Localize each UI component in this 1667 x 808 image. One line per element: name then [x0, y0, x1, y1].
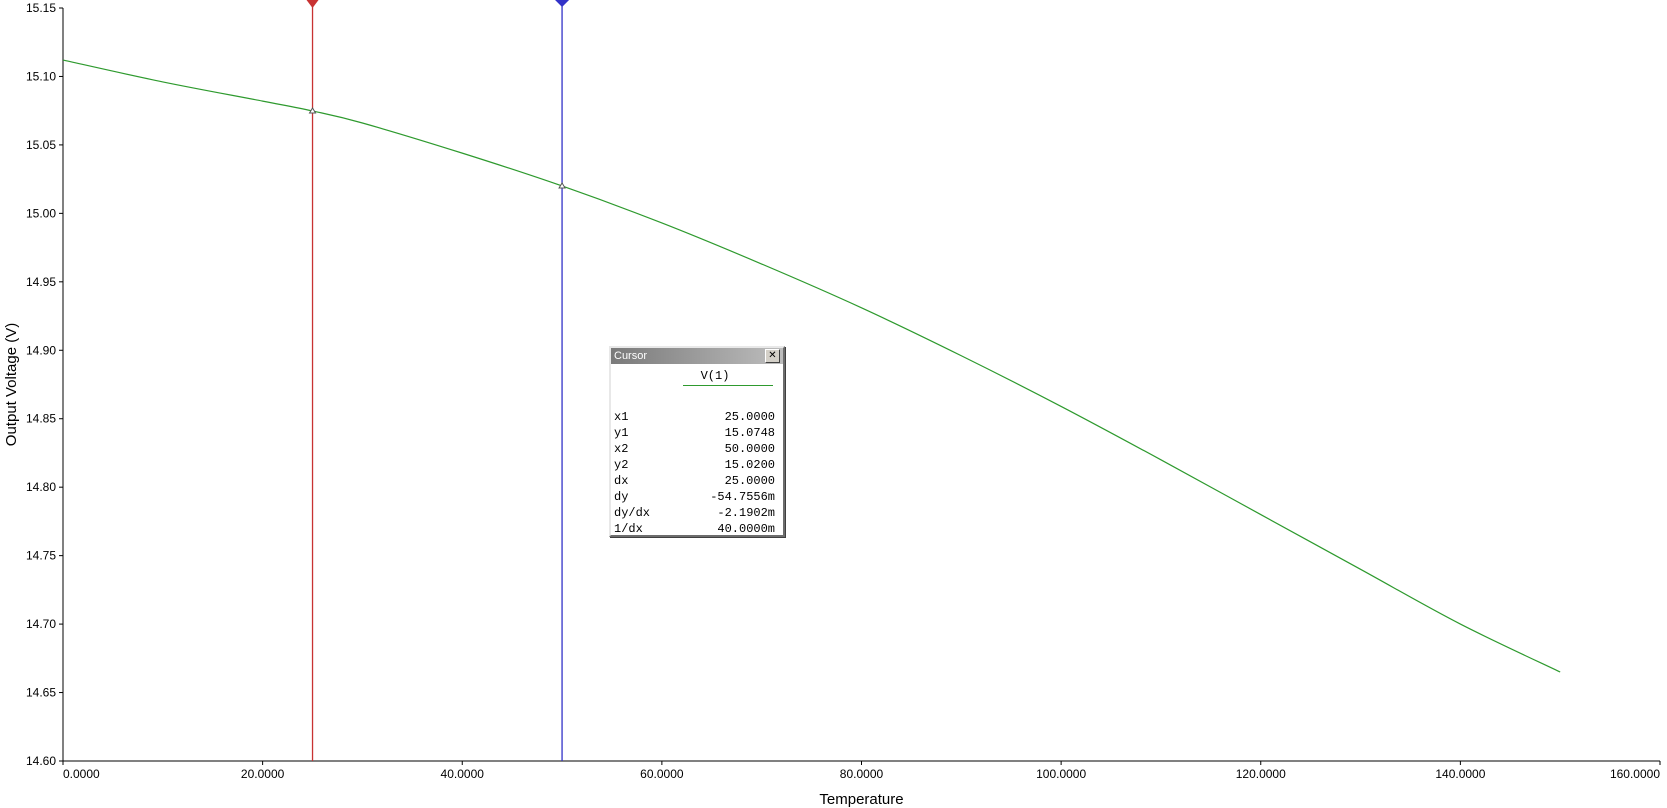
x-tick-label: 0.0000	[63, 767, 100, 781]
cursor-1-handle[interactable]	[306, 0, 319, 8]
cursor-row-label: dx	[614, 474, 629, 488]
y-tick-label: 14.95	[26, 275, 56, 289]
y-tick-label: 15.05	[26, 138, 56, 152]
y-tick-label: 15.10	[26, 69, 56, 83]
cursor-readout-table: x1 25.0000 y1 15.0748 x2 50.0000 y2 15.0200 dx 25…	[611, 409, 783, 537]
y-tick-label: 15.00	[26, 206, 56, 220]
cursor-row-value: -2.1902m	[717, 506, 775, 520]
x-axis-title: Temperature	[819, 791, 903, 808]
cursor-window-titlebar[interactable]: Cursor ✕	[611, 348, 783, 364]
y-tick-label: 14.70	[26, 617, 56, 631]
cursor-row-label: y1	[614, 426, 629, 440]
x-tick-label: 20.0000	[241, 767, 285, 781]
cursor-row-label: 1/dx	[614, 522, 643, 536]
grapher-view: 14.60 14.65 14.70 14.75 14.80 14.85 14.90 14.95…	[0, 0, 1667, 808]
cursor-row-x1: x1 25.0000	[611, 409, 783, 425]
cursor-row-label: x1	[614, 410, 629, 424]
x-tick-label: 120.0000	[1236, 767, 1286, 781]
cursor-row-value: 50.0000	[724, 442, 775, 456]
cursor-series-header: V(1)	[611, 364, 783, 388]
cursor-row-y2: y2 15.0200	[611, 457, 783, 473]
cursor-row-x2: x2 50.0000	[611, 441, 783, 457]
cursor-row-value: -54.7556m	[710, 490, 775, 504]
cursor-row-y1: y1 15.0748	[611, 425, 783, 441]
cursor-row-dy: dy -54.7556m	[611, 489, 783, 505]
cursor-row-value: 15.0200	[724, 458, 775, 472]
cursor-row-label: dy/dx	[614, 506, 651, 520]
cursor-row-label: dy	[614, 490, 629, 504]
cursor-row-dx: dx 25.0000	[611, 473, 783, 489]
x-tick-label: 80.0000	[840, 767, 884, 781]
cursor-row-label: y2	[614, 458, 629, 472]
cursor-row-1-per-dx: 1/dx 40.0000m	[611, 521, 783, 537]
x-tick-label: 160.0000	[1610, 767, 1660, 781]
y-tick-label: 14.80	[26, 480, 56, 494]
y-tick-label: 15.15	[26, 1, 56, 15]
cursor-window-title: Cursor	[614, 350, 648, 362]
y-tick-label: 14.60	[26, 754, 56, 768]
y-axis-title: Output Voltage (V)	[3, 323, 20, 446]
x-tick-label: 40.0000	[441, 767, 485, 781]
cursor-row-value: 40.0000m	[717, 522, 775, 536]
cursor-series-name: V(1)	[700, 369, 730, 383]
close-icon[interactable]: ✕	[765, 349, 780, 363]
x-tick-label: 100.0000	[1036, 767, 1086, 781]
cursor-row-value: 15.0748	[724, 426, 775, 440]
y-tick-label: 14.65	[26, 686, 56, 700]
y-tick-label: 14.75	[26, 549, 56, 563]
plot-area[interactable]: 14.60 14.65 14.70 14.75 14.80 14.85 14.90 14.95…	[0, 0, 1667, 808]
x-tick-label: 140.0000	[1435, 767, 1485, 781]
y-tick-label: 14.85	[26, 412, 56, 426]
cursor-row-value: 25.0000	[724, 474, 775, 488]
cursor-series-swatch	[683, 385, 773, 386]
cursor-window[interactable]: Cursor ✕ V(1) x1 25.0000 y1 15.0748 x2 50.000…	[609, 346, 785, 537]
y-tick-label: 14.90	[26, 343, 56, 357]
cursor-2-handle[interactable]	[555, 0, 570, 7]
cursor-row-dy-per-dx: dy/dx -2.1902m	[611, 505, 783, 521]
series-line-V1	[62, 59, 1561, 673]
x-tick-label: 60.0000	[640, 767, 684, 781]
cursor-row-label: x2	[614, 442, 629, 456]
cursor-row-value: 25.0000	[724, 410, 775, 424]
